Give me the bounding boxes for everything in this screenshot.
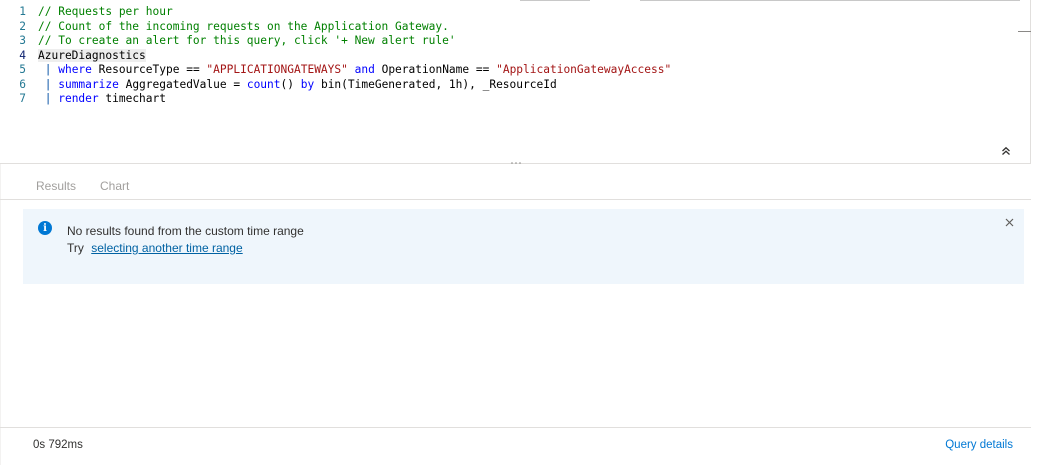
close-icon — [1005, 218, 1013, 226]
code-line[interactable]: 2 // Count of the incoming requests on th… — [0, 20, 1000, 35]
code-text: | render timechart — [38, 92, 166, 107]
line-number: 4 — [19, 48, 26, 62]
code-token: "APPLICATIONGATEWAYS" — [206, 63, 348, 76]
code-line[interactable]: 6 | summarize AggregatedValue = count() … — [0, 78, 1000, 93]
query-editor[interactable]: 1 // Requests per hour 2 // Count of the in… — [0, 0, 1031, 163]
tab-results[interactable]: Results — [24, 176, 88, 199]
message-prefix: Try — [67, 241, 84, 255]
line-number: 6 — [19, 77, 26, 91]
code-line[interactable]: 1 // Requests per hour — [0, 5, 1000, 20]
editor-top-mark — [640, 0, 1020, 1]
query-details-link[interactable]: Query details — [945, 439, 1013, 451]
code-token: // Count of the incoming requests on the… — [38, 19, 449, 33]
code-token: by — [300, 77, 315, 91]
code-token: and — [354, 63, 375, 76]
code-token: count — [246, 77, 281, 91]
tabs-divider — [0, 199, 1031, 200]
footer-divider — [0, 427, 1031, 428]
code-text: // Count of the incoming requests on the… — [38, 20, 449, 35]
code-token: AggregatedValue = — [118, 77, 247, 91]
line-number: 1 — [19, 5, 26, 18]
line-number: 5 — [19, 63, 26, 76]
code-token: | — [38, 63, 59, 76]
splitter-grip[interactable] — [508, 159, 524, 167]
code-token: AzureDiagnostics — [38, 48, 146, 62]
code-text: | summarize AggregatedValue = count() by… — [38, 78, 557, 93]
code-token: bin(TimeGenerated, 1h), _ResourceId — [314, 77, 557, 91]
code-text: // To create an alert for this query, cl… — [38, 34, 456, 49]
code-token: // To create an alert for this query, cl… — [38, 34, 456, 47]
code-token: | — [38, 77, 59, 91]
code-lines[interactable]: 1 // Requests per hour 2 // Count of the in… — [0, 5, 1000, 107]
code-text: AzureDiagnostics — [38, 48, 146, 64]
more-dots-icon — [511, 162, 521, 164]
line-number: 3 — [19, 34, 26, 47]
editor-top-mark — [520, 0, 590, 1]
code-token: where — [58, 63, 92, 76]
code-token: OperationName == — [374, 63, 497, 76]
code-token: render — [58, 92, 99, 105]
info-icon: i — [38, 221, 52, 235]
code-token: // Requests per hour — [38, 5, 173, 18]
code-text: // Requests per hour — [38, 5, 173, 20]
code-token: "ApplicationGatewayAccess" — [496, 63, 672, 76]
code-token: | — [38, 92, 59, 105]
message-subtext: Try selecting another time range — [67, 241, 243, 255]
dismiss-message-button[interactable] — [1002, 215, 1016, 229]
line-number: 7 — [19, 92, 26, 105]
code-line[interactable]: 5 | where ResourceType == "APPLICATIONGA… — [0, 63, 1000, 78]
query-duration: 0s 792ms — [33, 439, 83, 451]
select-time-range-link[interactable]: selecting another time range — [91, 241, 242, 255]
code-line[interactable]: 4 AzureDiagnostics — [0, 48, 1000, 64]
double-chevron-up-icon — [1002, 146, 1010, 155]
code-text: | where ResourceType == "APPLICATIONGATE… — [38, 63, 671, 78]
code-token: () — [280, 77, 301, 91]
code-token: summarize — [58, 77, 119, 91]
tab-chart[interactable]: Chart — [88, 176, 141, 199]
message-title: No results found from the custom time ra… — [67, 224, 304, 238]
line-number: 2 — [19, 19, 26, 33]
scrollbar-marker — [1018, 31, 1031, 32]
results-tabs: Results Chart — [24, 176, 141, 199]
code-line[interactable]: 7 | render timechart — [0, 92, 1000, 107]
code-token: timechart — [98, 92, 166, 105]
collapse-editor-button[interactable] — [998, 143, 1014, 159]
no-results-message-bar: i No results found from the custom time … — [23, 209, 1024, 284]
code-token: ResourceType == — [91, 63, 207, 76]
code-line[interactable]: 3 // To create an alert for this query, c… — [0, 34, 1000, 49]
